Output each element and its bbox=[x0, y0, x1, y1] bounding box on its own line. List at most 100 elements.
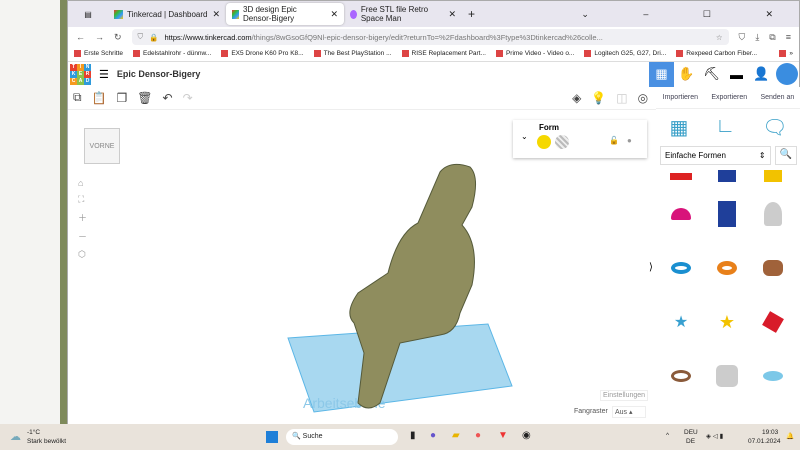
keyboard-layout[interactable]: DE bbox=[686, 438, 695, 445]
search-icon[interactable]: 🔍 bbox=[774, 146, 797, 165]
shape-pyramid[interactable] bbox=[750, 165, 796, 187]
shape-star-yellow[interactable]: ★ bbox=[704, 295, 750, 349]
import-button[interactable]: Importieren bbox=[663, 94, 698, 101]
collapse-icon[interactable]: ⌄ bbox=[521, 132, 528, 141]
more-bookmarks-icon[interactable]: » bbox=[779, 50, 793, 58]
delete-icon[interactable]: 🗑 bbox=[137, 91, 152, 105]
pocket-icon[interactable]: ⛉ bbox=[739, 32, 746, 43]
bookmark-star-icon[interactable]: ☆ bbox=[716, 33, 723, 42]
lock-icon[interactable]: 🔓 bbox=[609, 136, 619, 145]
reload-icon[interactable]: ↻ bbox=[114, 32, 122, 43]
tab-list-icon[interactable]: ▤ bbox=[68, 10, 108, 19]
tray-chevron-icon[interactable]: ^ bbox=[666, 432, 669, 439]
weather-text: Stark bewölkt bbox=[27, 438, 67, 445]
undo-icon[interactable]: ↶ bbox=[163, 91, 173, 105]
notification-bell-icon[interactable]: 🔔 bbox=[786, 432, 794, 440]
forward-icon[interactable]: → bbox=[95, 32, 104, 42]
send-to-button[interactable]: Senden an bbox=[760, 94, 794, 101]
new-tab-button[interactable]: + bbox=[468, 7, 475, 21]
bookmark[interactable]: Logitech G25, G27, Dri... bbox=[584, 50, 666, 58]
solid-color-swatch[interactable] bbox=[537, 135, 551, 149]
start-icon[interactable] bbox=[266, 431, 278, 443]
avatar[interactable] bbox=[774, 62, 799, 87]
bookmark[interactable]: The Best PlayStation ... bbox=[314, 50, 392, 58]
tab-bar: ▤ Tinkercad | Dashboard ✕ 3D design Epic … bbox=[68, 1, 799, 27]
shape-torus[interactable] bbox=[658, 241, 704, 295]
tinkercad-logo[interactable]: TINKERCAD bbox=[70, 63, 91, 85]
bookmark[interactable]: Rexpeed Carbon Fiber... bbox=[676, 50, 757, 58]
shape-polygon[interactable] bbox=[704, 187, 750, 241]
settings-button[interactable]: Einstellungen bbox=[600, 390, 649, 401]
notes-icon[interactable]: ◈ bbox=[572, 91, 581, 105]
redo-icon[interactable]: ↷ bbox=[183, 91, 193, 105]
light-icon[interactable]: 💡 bbox=[591, 91, 606, 105]
close-icon[interactable]: ✕ bbox=[212, 9, 220, 20]
clock-date[interactable]: 07.01.2024 bbox=[748, 438, 781, 445]
paste-icon[interactable]: 📋 bbox=[92, 91, 107, 105]
shape-lens[interactable] bbox=[750, 349, 796, 403]
app-icon[interactable]: ◉ bbox=[522, 430, 531, 441]
language[interactable]: DEU bbox=[684, 429, 698, 436]
design-title[interactable]: Epic Densor-Bigery bbox=[117, 69, 201, 79]
add-user-icon[interactable]: 👤 bbox=[749, 62, 774, 87]
group-icon[interactable]: ◫ bbox=[616, 91, 627, 105]
design-list-icon[interactable]: ☰ bbox=[99, 68, 109, 81]
bookmark[interactable]: RISE Replacement Part... bbox=[402, 50, 486, 58]
close-icon[interactable]: ✕ bbox=[448, 9, 456, 20]
ruler-icon[interactable]: ∟ bbox=[715, 115, 735, 140]
tab-design[interactable]: 3D design Epic Densor-Bigery ✕ bbox=[226, 3, 344, 25]
tab-label: Tinkercad | Dashboard bbox=[127, 9, 208, 19]
shape-rounded-box[interactable] bbox=[704, 349, 750, 403]
bookmark[interactable]: Erste Schritte bbox=[74, 50, 123, 58]
back-icon[interactable]: ← bbox=[76, 32, 85, 42]
shape-star-blue[interactable]: ★ bbox=[658, 295, 704, 349]
url-bar[interactable]: ⛉ 🔒 https://www.tinkercad.com/things/8wGso… bbox=[131, 29, 729, 45]
shape-paraboloid[interactable] bbox=[750, 187, 796, 241]
taskbar-search[interactable]: 🔍 Suche bbox=[286, 429, 398, 445]
codeblocks-icon[interactable]: ✋ bbox=[674, 62, 699, 87]
shape-ring[interactable] bbox=[658, 349, 704, 403]
copy-icon[interactable]: ⧉ bbox=[73, 90, 82, 105]
clock-time[interactable]: 19:03 bbox=[762, 429, 778, 436]
shape-box[interactable] bbox=[704, 165, 750, 187]
tab-dashboard[interactable]: Tinkercad | Dashboard ✕ bbox=[108, 3, 226, 25]
tab-stl[interactable]: Free STL file Retro Space Man ✕ bbox=[344, 3, 462, 25]
shape-grid: ★ ★ bbox=[656, 165, 800, 403]
download-icon[interactable]: ⤓ bbox=[755, 32, 759, 43]
brave-icon[interactable]: ▼ bbox=[498, 430, 508, 441]
temperature: -1°C bbox=[27, 429, 41, 436]
pickaxe-icon[interactable]: ⛏ bbox=[699, 62, 724, 87]
ungroup-icon[interactable]: ◎ bbox=[638, 91, 648, 105]
3d-view-grid-icon[interactable]: ▦ bbox=[649, 61, 674, 87]
notes-icon[interactable]: 🗨 bbox=[762, 115, 787, 140]
shape-text[interactable] bbox=[658, 165, 704, 187]
file-explorer-icon[interactable]: ▰ bbox=[452, 430, 460, 441]
export-button[interactable]: Exportieren bbox=[711, 94, 747, 101]
shape-heart[interactable] bbox=[750, 241, 796, 295]
snap-grid-select[interactable]: Aus ▴ bbox=[612, 406, 646, 418]
window-controls[interactable]: ⌄ – ☐ ✕ bbox=[581, 9, 799, 20]
hole-swatch[interactable] bbox=[555, 135, 569, 149]
3d-viewport[interactable]: VORNE ⌂ ⛶ ＋－ ⬡ Arbeitsebene ⌄ Form 🔓 ● ⟩ Ein… bbox=[68, 112, 656, 424]
shape-gem[interactable] bbox=[750, 295, 796, 349]
shape-category-select[interactable]: Einfache Formen ⇕ bbox=[660, 146, 771, 165]
shield-icon: ⛉ bbox=[137, 32, 144, 41]
extensions-icon[interactable]: ⧉ bbox=[769, 32, 775, 43]
workplane-icon[interactable]: ▦ bbox=[670, 115, 689, 140]
taskview-icon[interactable]: ▮ bbox=[410, 430, 416, 441]
panel-toggle-icon[interactable]: ⟩ bbox=[649, 262, 653, 273]
shape-half-sphere[interactable] bbox=[658, 187, 704, 241]
cults-icon bbox=[350, 9, 357, 19]
shape-tube[interactable] bbox=[704, 241, 750, 295]
bookmark[interactable]: EX5 Drone K60 Pro K8... bbox=[221, 50, 303, 58]
close-icon[interactable]: ✕ bbox=[330, 9, 338, 20]
menu-icon[interactable]: ≡ bbox=[786, 32, 791, 42]
bookmark[interactable]: Prime Video - Video o... bbox=[496, 50, 574, 58]
firefox-icon[interactable]: ● bbox=[475, 430, 481, 441]
teams-icon[interactable]: ● bbox=[430, 430, 436, 441]
bookmark[interactable]: Edelstahlrohr - dünnw... bbox=[133, 50, 211, 58]
duplicate-icon[interactable]: ❐ bbox=[117, 91, 128, 105]
bricks-icon[interactable]: ▬ bbox=[724, 62, 749, 87]
network-volume-icon[interactable]: ◈ ◁ ▮ bbox=[706, 432, 723, 440]
visibility-icon[interactable]: ● bbox=[627, 136, 632, 145]
